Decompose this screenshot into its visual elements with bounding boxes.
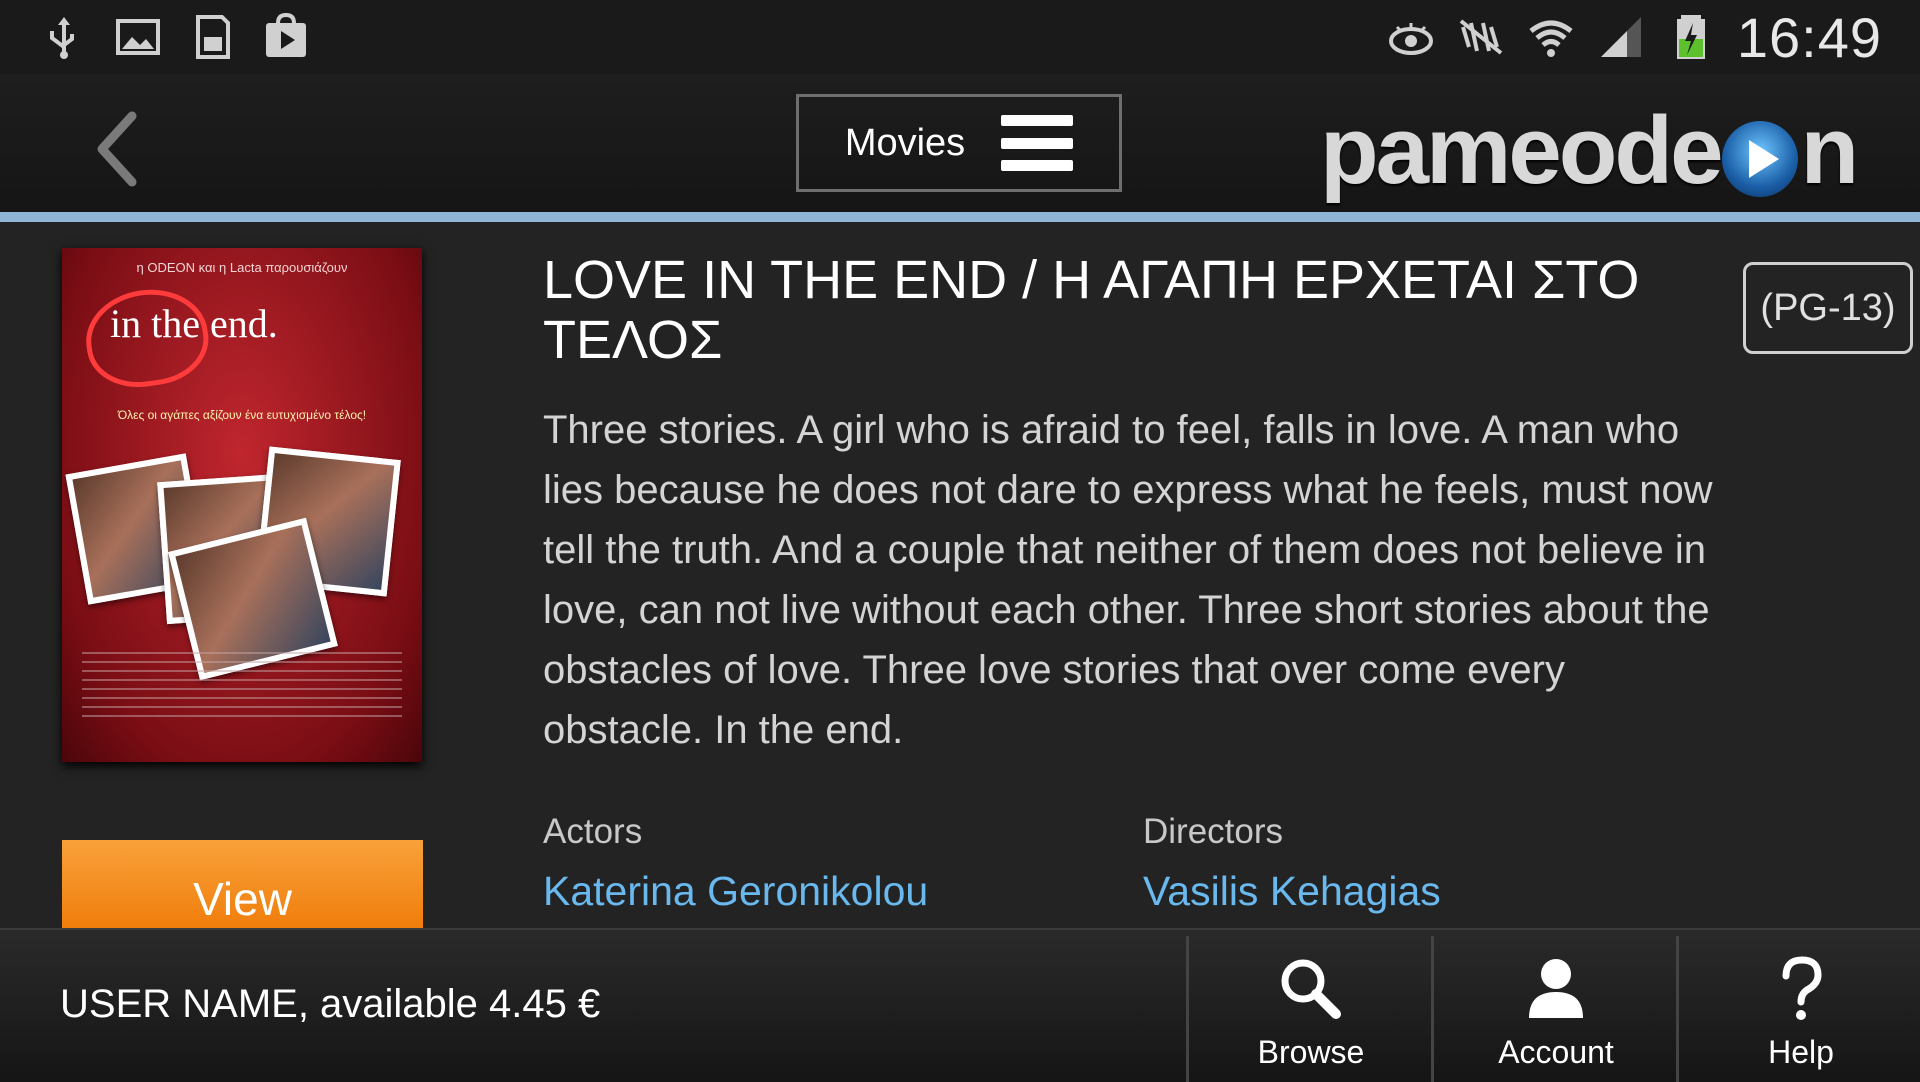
poster-top-text: η ODEON και η Lacta παρουσιάζουν	[136, 260, 348, 275]
directors-label: Directors	[1143, 812, 1284, 851]
status-right-icons: 16:49	[1387, 5, 1920, 70]
help-button[interactable]: Help	[1676, 936, 1920, 1082]
view-button[interactable]: View	[62, 840, 423, 930]
hamburger-icon	[1001, 115, 1074, 171]
movie-description: Three stories. A girl who is afraid to f…	[543, 408, 1713, 752]
category-label: Movies	[844, 121, 966, 164]
poster-tagline: Όλες οι αγάπες αξίζουν ένα ευτυχισμένο τ…	[117, 408, 367, 422]
search-icon	[1281, 959, 1341, 1019]
help-icon	[1782, 956, 1822, 1020]
status-bar: 16:49	[0, 0, 1920, 74]
actor-link[interactable]: Katerina Geronikolou	[543, 868, 928, 915]
no-nfc-icon	[1457, 13, 1505, 61]
movie-title: LOVE IN THE END / Η ΑΓΑΠΗ ΕΡΧΕΤΑΙ ΣΤΟ ΤΕ…	[543, 250, 1640, 370]
rating-badge: (PG-13)	[1743, 262, 1913, 354]
sd-card-icon	[188, 13, 236, 61]
header-divider	[0, 212, 1920, 222]
logo-text-start: pameode	[1320, 97, 1723, 204]
browse-label: Browse	[1257, 1034, 1365, 1070]
bottom-bar: USER NAME, available 4.45 € Browse Accou…	[0, 928, 1920, 1082]
category-menu-button[interactable]: Movies	[796, 94, 1122, 192]
user-balance: USER NAME, available 4.45 €	[60, 982, 601, 1026]
app-header: Movies pameode n	[0, 74, 1920, 214]
movie-poster: η ODEON και η Lacta παρουσιάζουν in the …	[62, 248, 422, 762]
logo-text-end: n	[1800, 97, 1859, 204]
battery-charging-icon	[1667, 13, 1715, 61]
browse-button[interactable]: Browse	[1186, 936, 1433, 1082]
eye-icon	[1387, 13, 1435, 61]
status-left-icons	[0, 13, 310, 61]
wifi-icon	[1527, 13, 1575, 61]
signal-icon	[1597, 13, 1645, 61]
play-store-icon	[262, 13, 310, 61]
image-icon	[114, 13, 162, 61]
usb-icon	[40, 13, 88, 61]
user-icon	[1529, 959, 1583, 1018]
pameodeon-logo: pameode n	[1320, 96, 1900, 206]
help-label: Help	[1768, 1034, 1834, 1070]
account-button[interactable]: Account	[1431, 936, 1678, 1082]
director-link[interactable]: Vasilis Kehagias	[1143, 868, 1441, 915]
actors-label: Actors	[543, 812, 643, 851]
back-button[interactable]	[80, 104, 160, 194]
clock: 16:49	[1736, 5, 1882, 69]
logo-play-icon	[1722, 121, 1799, 197]
account-label: Account	[1498, 1034, 1614, 1070]
chevron-left-icon	[97, 111, 137, 187]
poster-title: in the end.	[110, 301, 278, 346]
poster-credits	[82, 652, 402, 722]
